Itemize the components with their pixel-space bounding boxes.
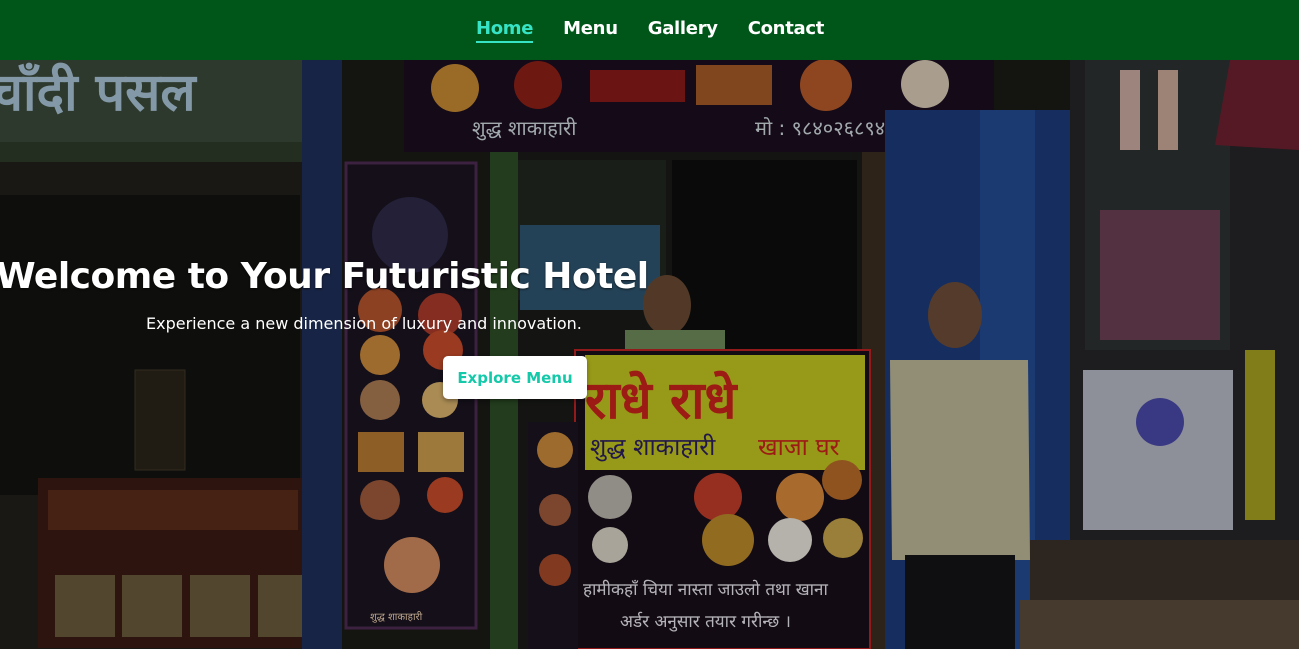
nav-links: Home Menu Gallery Contact (475, 18, 825, 43)
nav-link-gallery[interactable]: Gallery (648, 18, 718, 43)
hero-title: Welcome to Your Futuristic Hotel (0, 256, 649, 297)
hero-section: चाँदी पसल शुद्ध शाकाहारी शुद्ध शाकाहारी … (0, 60, 1299, 649)
top-navbar: Home Menu Gallery Contact (0, 0, 1299, 60)
hero-content: Welcome to Your Futuristic Hotel Experie… (0, 60, 1299, 649)
nav-link-home[interactable]: Home (475, 18, 533, 43)
explore-menu-button[interactable]: Explore Menu (443, 356, 587, 399)
nav-link-menu[interactable]: Menu (563, 18, 618, 43)
nav-link-contact[interactable]: Contact (748, 18, 825, 43)
hero-subtitle: Experience a new dimension of luxury and… (146, 314, 582, 333)
